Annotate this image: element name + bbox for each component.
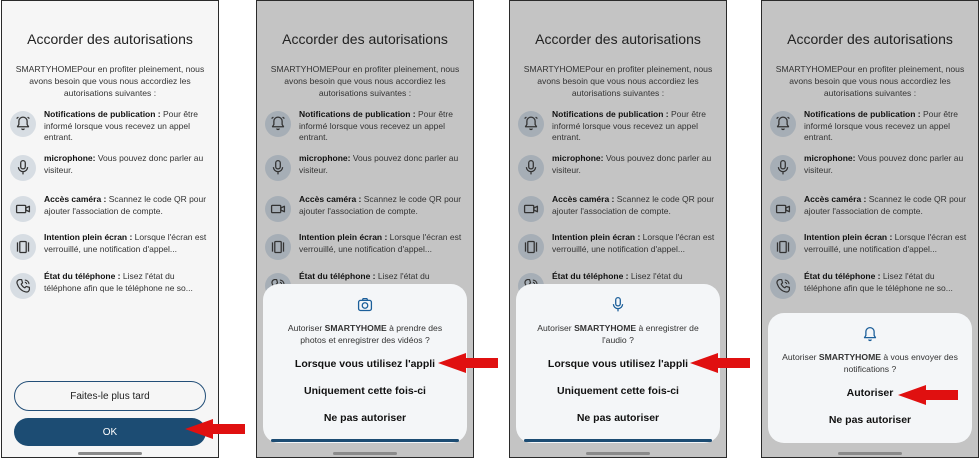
microphone-icon (10, 155, 36, 181)
nav-handle[interactable] (838, 452, 902, 455)
permission-name: État du téléphone : (804, 271, 881, 281)
intro-text: SMARTYHOMEPour en profiter pleinement, n… (775, 64, 965, 98)
pointer-arrow-icon (898, 385, 958, 405)
camera-icon (357, 297, 373, 312)
deny-button[interactable]: Ne pas autoriser (768, 414, 972, 426)
intro-text: SMARTYHOMEPour en profiter pleinement, n… (15, 64, 205, 98)
phone-screen-3: Accorder des autorisations SMARTYHOMEPou… (509, 0, 727, 458)
pointer-arrow-icon (438, 353, 498, 373)
permission-name: microphone: (552, 153, 604, 163)
nav-handle[interactable] (78, 452, 142, 455)
permission-microphone: microphone: Vous pouvez donc parler au v… (265, 153, 467, 181)
fullscreen-icon (265, 234, 291, 260)
deny-button[interactable]: Ne pas autoriser (516, 412, 720, 424)
permission-name: Notifications de publication : (804, 109, 921, 119)
camera-icon (265, 196, 291, 222)
permission-fullscreen: Intention plein écran : Lorsque l'écran … (518, 232, 720, 260)
permission-name: État du téléphone : (44, 271, 121, 281)
permission-fullscreen: Intention plein écran : Lorsque l'écran … (10, 232, 212, 260)
microphone-icon (770, 155, 796, 181)
permission-name: Accès caméra : (552, 194, 615, 204)
camera-icon (518, 196, 544, 222)
page-title: Accorder des autorisations (282, 31, 448, 47)
bell-icon (10, 111, 36, 137)
permission-name: Notifications de publication : (44, 109, 161, 119)
permission-fullscreen: Intention plein écran : Lorsque l'écran … (770, 232, 972, 260)
only-this-time-button[interactable]: Uniquement cette fois-ci (263, 385, 467, 397)
dialog-message: Autoriser SMARTYHOME à vous envoyer des … (782, 352, 958, 374)
permission-name: Notifications de publication : (552, 109, 669, 119)
fullscreen-icon (10, 234, 36, 260)
nav-handle[interactable] (586, 452, 650, 455)
intro-text: SMARTYHOMEPour en profiter pleinement, n… (270, 64, 460, 98)
permission-camera: Accès caméra : Scannez le code QR pour a… (10, 194, 212, 222)
permission-camera: Accès caméra : Scannez le code QR pour a… (265, 194, 467, 222)
permission-name: Accès caméra : (299, 194, 362, 204)
permission-microphone: microphone: Vous pouvez donc parler au v… (10, 153, 212, 181)
permission-name: microphone: (804, 153, 856, 163)
permission-microphone: microphone: Vous pouvez donc parler au v… (770, 153, 972, 181)
phone-screen-2: Accorder des autorisations SMARTYHOMEPou… (256, 0, 474, 458)
permission-name: Accès caméra : (44, 194, 107, 204)
permission-name: Intention plein écran : (44, 232, 133, 242)
camera-icon (10, 196, 36, 222)
permission-camera: Accès caméra : Scannez le code QR pour a… (518, 194, 720, 222)
microphone-icon (518, 155, 544, 181)
permission-notifications: Notifications de publication : Pour être… (770, 109, 972, 144)
fullscreen-icon (518, 234, 544, 260)
dialog-message: Autoriser SMARTYHOME à enregistrer de l'… (537, 323, 699, 345)
permission-name: microphone: (44, 153, 96, 163)
deny-button[interactable]: Ne pas autoriser (263, 412, 467, 424)
permission-name: Notifications de publication : (299, 109, 416, 119)
ok-button[interactable]: OK (14, 418, 206, 446)
intro-text: SMARTYHOMEPour en profiter pleinement, n… (523, 64, 713, 98)
dialog-message: Autoriser SMARTYHOME à prendre des photo… (287, 323, 443, 345)
permission-name: Intention plein écran : (804, 232, 893, 242)
microphone-icon (265, 155, 291, 181)
permission-notifications: Notifications de publication : Pour être… (10, 109, 212, 144)
bell-icon (770, 111, 796, 137)
permission-phone-state: État du téléphone : Lisez l'état du télé… (10, 271, 212, 299)
permission-phone-state: État du téléphone : Lisez l'état du télé… (770, 271, 972, 299)
permission-dialog-notifications: Autoriser SMARTYHOME à vous envoyer des … (768, 313, 972, 443)
permission-name: État du téléphone : (552, 271, 629, 281)
camera-icon (770, 196, 796, 222)
pointer-arrow-icon (690, 353, 750, 373)
page-title: Accorder des autorisations (535, 31, 701, 47)
button-bar (271, 439, 459, 442)
phone-icon (10, 273, 36, 299)
only-this-time-button[interactable]: Uniquement cette fois-ci (516, 385, 720, 397)
permission-fullscreen: Intention plein écran : Lorsque l'écran … (265, 232, 467, 260)
bell-icon (863, 326, 877, 342)
permission-name: Intention plein écran : (299, 232, 388, 242)
phone-icon (770, 273, 796, 299)
permission-name: État du téléphone : (299, 271, 376, 281)
permission-microphone: microphone: Vous pouvez donc parler au v… (518, 153, 720, 181)
microphone-icon (612, 297, 624, 313)
fullscreen-icon (770, 234, 796, 260)
button-bar (524, 439, 712, 442)
bell-icon (518, 111, 544, 137)
pointer-arrow-icon (185, 419, 245, 439)
permission-name: Accès caméra : (804, 194, 867, 204)
permission-name: Intention plein écran : (552, 232, 641, 242)
later-button[interactable]: Faites-le plus tard (14, 381, 206, 411)
page-title: Accorder des autorisations (27, 31, 193, 47)
permission-notifications: Notifications de publication : Pour être… (265, 109, 467, 144)
permission-name: microphone: (299, 153, 351, 163)
permission-notifications: Notifications de publication : Pour être… (518, 109, 720, 144)
page-title: Accorder des autorisations (787, 31, 953, 47)
phone-screen-1: Accorder des autorisations SMARTYHOMEPou… (1, 0, 219, 458)
bell-icon (265, 111, 291, 137)
nav-handle[interactable] (333, 452, 397, 455)
permission-camera: Accès caméra : Scannez le code QR pour a… (770, 194, 972, 222)
